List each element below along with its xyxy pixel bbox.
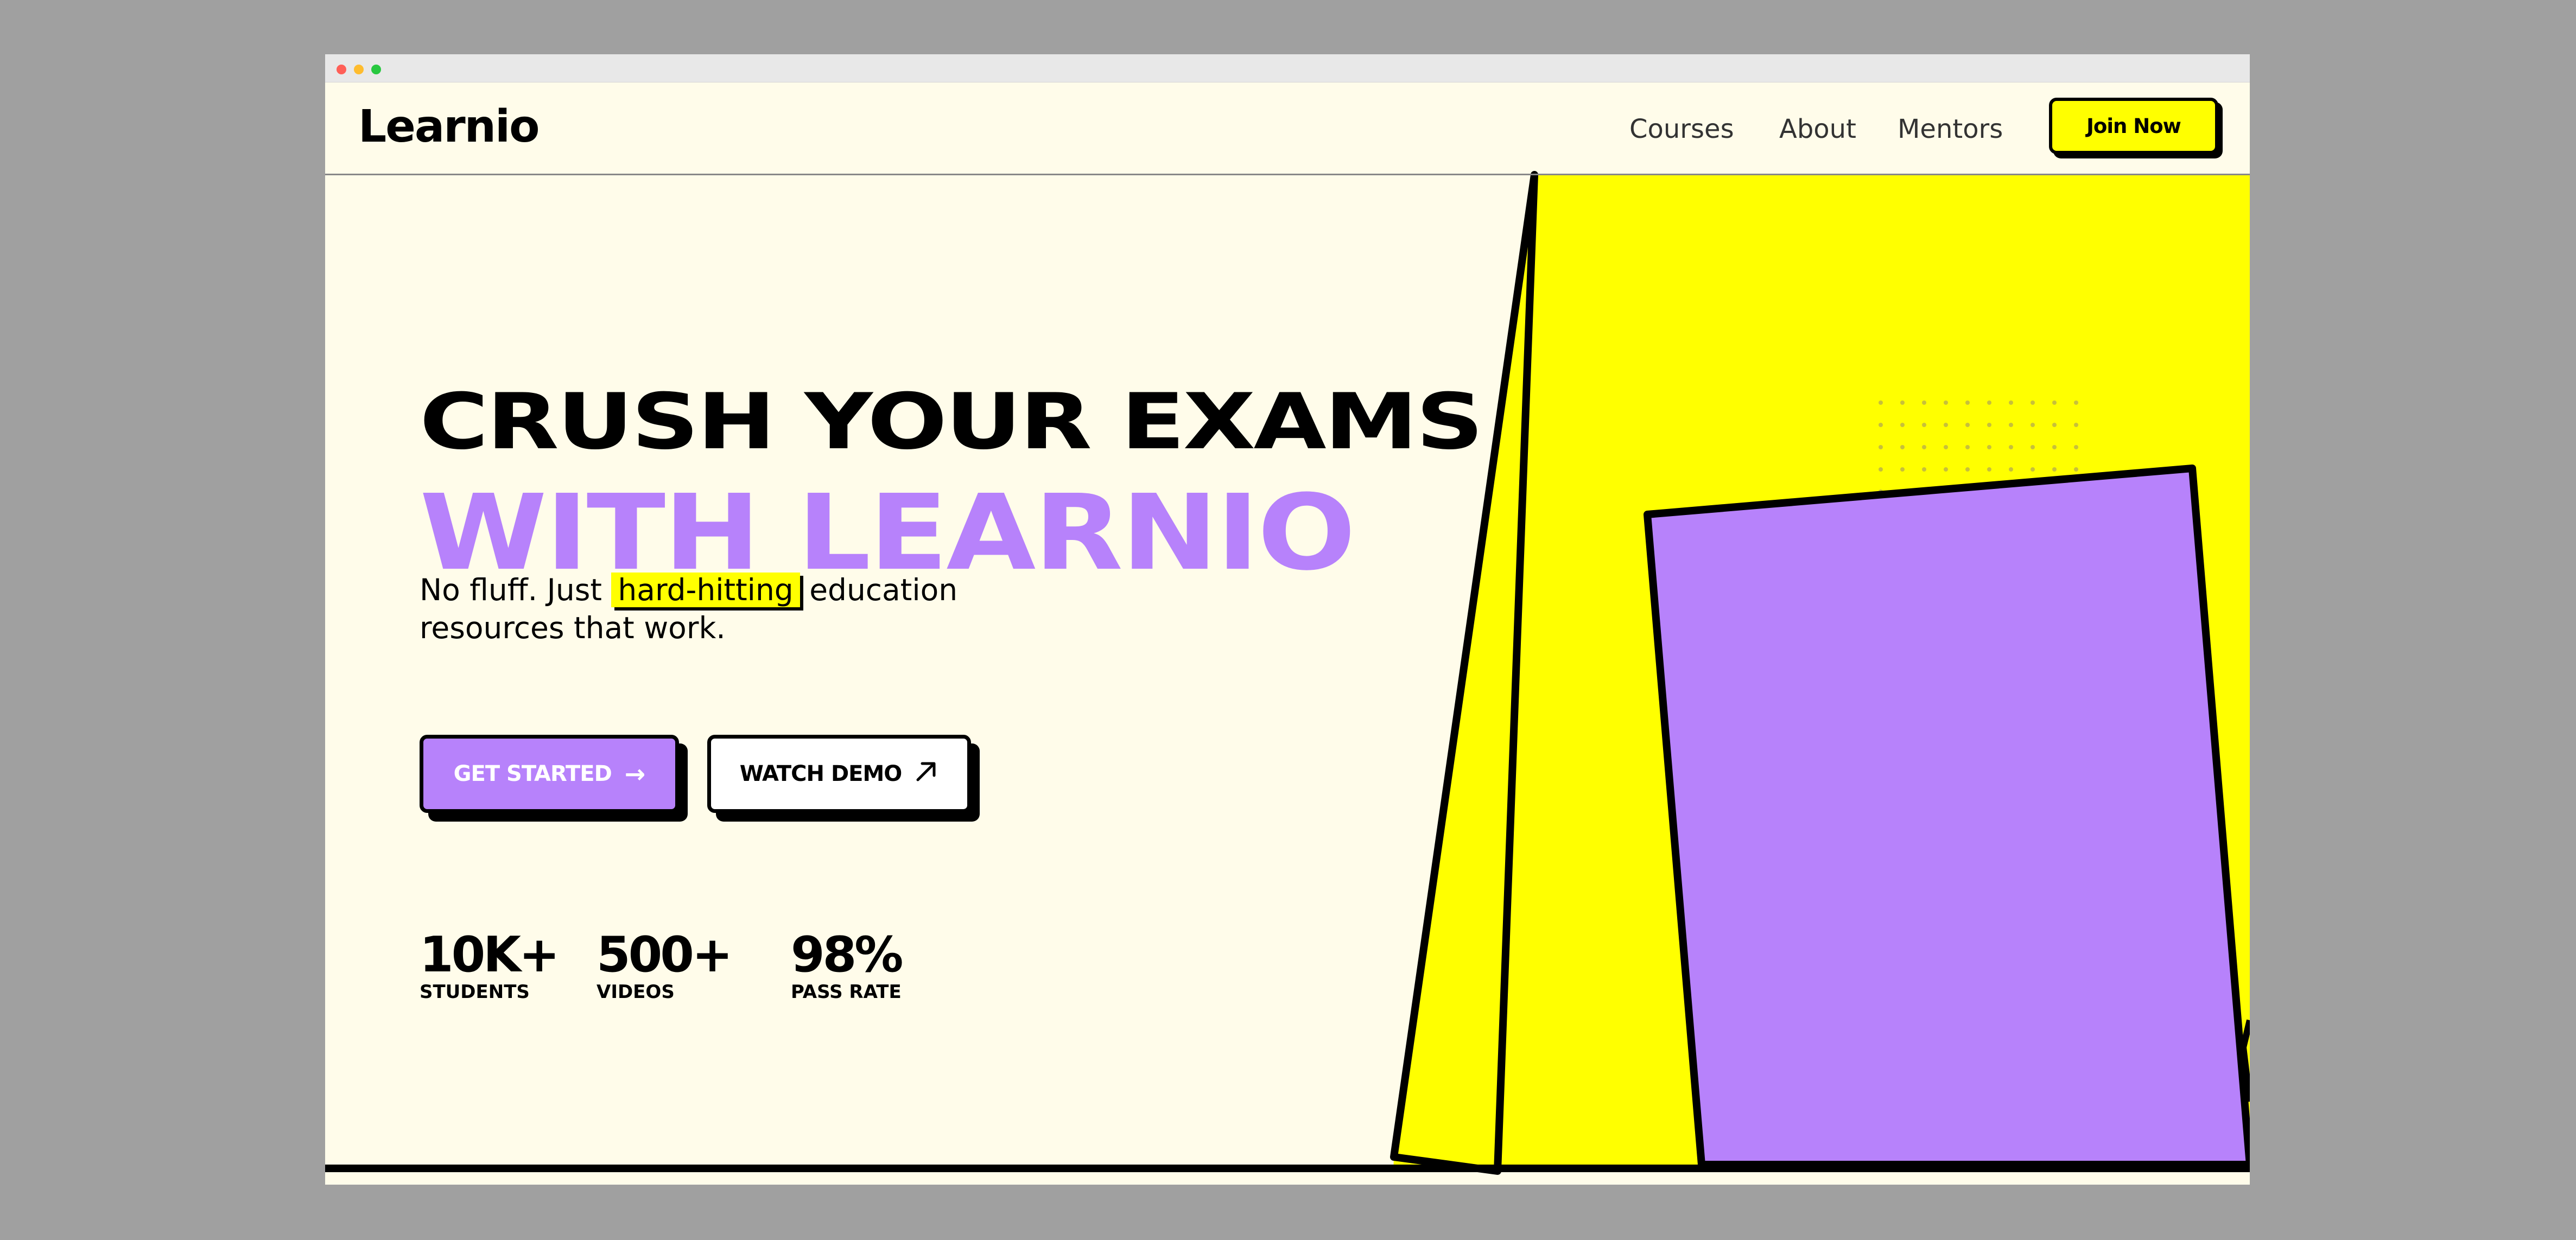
minimize-window-button[interactable] [354, 65, 364, 74]
watch-demo-label: WATCH DEMO [739, 761, 903, 786]
get-started-button[interactable]: GET STARTED → [420, 735, 679, 813]
purple-card-shape [1644, 465, 2250, 1168]
watch-demo-button[interactable]: WATCH DEMO [707, 735, 971, 813]
hero-headline: CRUSH YOUR EXAMS [420, 377, 1483, 467]
stat-students: 10K+ STUDENTS [420, 926, 560, 1003]
window-titlebar [325, 54, 2250, 82]
stat-label: PASS RATE [791, 981, 902, 1003]
hero-subtitle: No fluff. Just hard-hitting education re… [420, 571, 1017, 647]
get-started-label: GET STARTED [453, 761, 612, 786]
subtitle-text: No fluff. Just [420, 573, 612, 607]
stat-label: STUDENTS [420, 981, 530, 1003]
stat-value: 98% [791, 926, 903, 983]
top-navigation: Learnio Courses About Mentors Join Now [325, 82, 2250, 175]
stat-pass-rate: 98% PASS RATE [791, 926, 903, 1003]
stat-value: 500+ [597, 926, 733, 983]
stat-videos: 500+ VIDEOS [597, 926, 733, 1003]
nav-link-mentors[interactable]: Mentors [1898, 113, 2003, 145]
nav-link-courses[interactable]: Courses [1629, 113, 1734, 145]
arrow-up-right-icon [915, 759, 938, 789]
brand-logo[interactable]: Learnio [358, 100, 540, 154]
stat-label: VIDEOS [597, 981, 675, 1003]
subtitle-text: education [800, 573, 958, 607]
stat-value: 10K+ [420, 926, 560, 983]
join-now-button[interactable]: Join Now [2049, 98, 2218, 154]
browser-window: Learnio Courses About Mentors Join Now C… [325, 54, 2250, 1185]
arrow-right-icon: → [624, 759, 646, 788]
bottom-border [325, 1165, 2250, 1172]
subtitle-highlight: hard-hitting [611, 573, 800, 607]
subtitle-text: resources that work. [420, 611, 726, 645]
close-window-button[interactable] [337, 65, 346, 74]
nav-link-about[interactable]: About [1779, 113, 1856, 145]
maximize-window-button[interactable] [371, 65, 381, 74]
